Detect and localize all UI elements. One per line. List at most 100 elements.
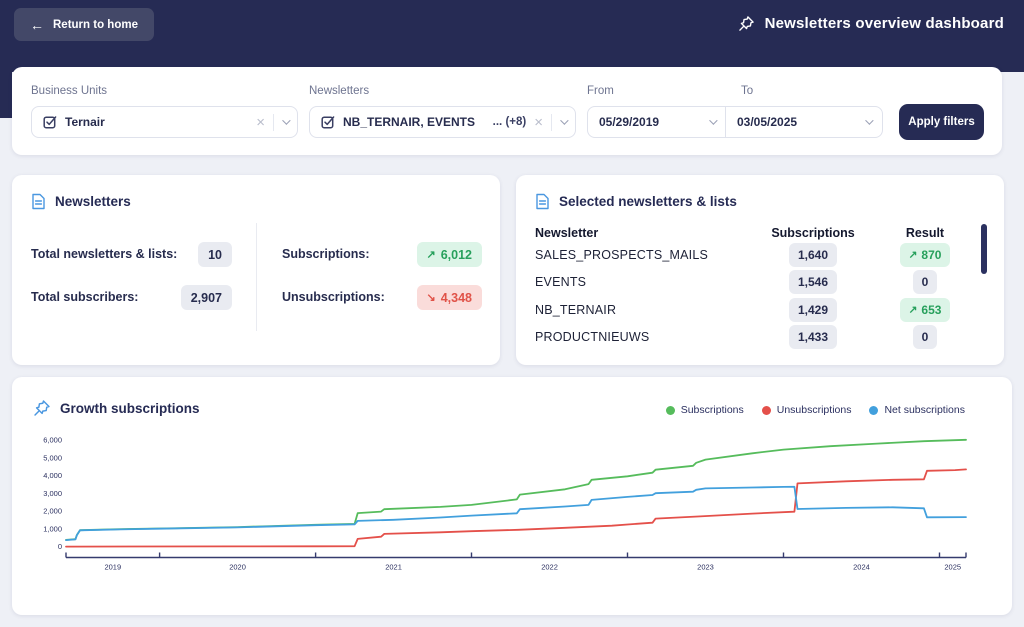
apply-filters-button[interactable]: Apply filters bbox=[899, 104, 984, 140]
y-axis-tick: 3,000 bbox=[43, 489, 62, 498]
table-row: EVENTS 1,546 0 bbox=[516, 269, 1004, 297]
newsletters-label: Newsletters bbox=[309, 85, 370, 97]
newsletter-name: EVENTS bbox=[535, 275, 587, 290]
selected-card-title: Selected newsletters & lists bbox=[559, 194, 737, 209]
stat-badge: ↗ 6,012 bbox=[416, 242, 482, 267]
to-date-value: 03/05/2025 bbox=[737, 115, 798, 129]
from-date-value: 05/29/2019 bbox=[599, 115, 660, 129]
newsletters-card-title: Newsletters bbox=[55, 194, 131, 209]
result-badge: 0 bbox=[912, 270, 938, 295]
x-axis-tick: 2024 bbox=[853, 563, 870, 572]
x-axis-tick: 2019 bbox=[104, 563, 121, 572]
column-header-newsletter: Newsletter bbox=[535, 226, 599, 240]
newsletters-more-count: ... (+8) bbox=[492, 116, 527, 128]
series-line-subscriptions bbox=[65, 438, 967, 541]
checkbox-icon bbox=[43, 116, 57, 129]
table-row: SALES_PROSPECTS_MAILS 1,640 ↗ 870 bbox=[516, 241, 1004, 269]
return-home-label: Return to home bbox=[53, 18, 138, 31]
trend-up-icon: ↗ bbox=[426, 249, 436, 261]
trend-down-icon: ↘ bbox=[426, 292, 436, 304]
result-value: 0 bbox=[921, 275, 929, 290]
page-title-text: Newsletters overview dashboard bbox=[764, 15, 1004, 32]
table-row: NB_TERNAIR 1,429 ↗ 653 bbox=[516, 296, 1004, 324]
stat-value: 4,348 bbox=[440, 290, 472, 305]
business-units-select[interactable]: Ternair × bbox=[31, 106, 298, 138]
chevron-down-icon bbox=[709, 116, 718, 125]
business-units-value: Ternair bbox=[65, 115, 105, 129]
newsletters-value: NB_TERNAIR, EVENTS bbox=[343, 115, 476, 129]
x-axis-tick: 2023 bbox=[697, 563, 714, 572]
dashboard-page: { "topbar": { "back_label": "Return to h… bbox=[0, 0, 1024, 627]
stat-label: Total subscribers: bbox=[31, 290, 139, 304]
newsletters-select[interactable]: NB_TERNAIR, EVENTS ... (+8) × bbox=[309, 106, 576, 138]
y-axis-tick: 5,000 bbox=[43, 453, 62, 462]
stat-label: Unsubscriptions: bbox=[282, 290, 385, 304]
column-header-result: Result bbox=[905, 226, 945, 240]
divider bbox=[551, 113, 552, 131]
subscriptions-badge: 1,640 bbox=[788, 242, 838, 267]
checkbox-icon bbox=[321, 116, 335, 129]
column-divider bbox=[256, 223, 257, 331]
y-axis-tick: 2,000 bbox=[43, 507, 62, 516]
x-axis-tick: 2022 bbox=[541, 563, 558, 572]
newsletters-summary-card: Newsletters Total newsletters & lists: 1… bbox=[12, 175, 500, 365]
stat-badge: 10 bbox=[198, 242, 232, 267]
growth-chart-card: Growth subscriptions Subscriptions Unsub… bbox=[12, 377, 1012, 615]
stat-label: Subscriptions: bbox=[282, 247, 370, 261]
newsletter-name: SALES_PROSPECTS_MAILS bbox=[535, 247, 709, 262]
business-units-label: Business Units bbox=[31, 85, 108, 97]
newsletters-card-header: Newsletters bbox=[31, 193, 131, 210]
result-value: 0 bbox=[921, 330, 929, 345]
subscriptions-badge: 1,546 bbox=[788, 270, 838, 295]
x-axis-tick: 2021 bbox=[385, 563, 402, 572]
newsletter-name: PRODUCTNIEUWS bbox=[535, 330, 650, 345]
to-label: To bbox=[741, 85, 754, 97]
growth-chart-plot: 0 1,000 2,000 3,000 4,000 5,000 6,000 2019 2020 2… bbox=[43, 436, 967, 572]
y-axis-tick: 4,000 bbox=[43, 471, 62, 480]
trend-arrow-icon: ↗ bbox=[908, 248, 918, 261]
y-axis-tick: 0 bbox=[58, 542, 62, 551]
stat-badge: ↘ 4,348 bbox=[416, 285, 482, 310]
x-axis bbox=[65, 552, 967, 559]
return-home-button[interactable]: ← Return to home bbox=[14, 8, 154, 41]
pin-icon bbox=[738, 16, 754, 31]
selected-card-header: Selected newsletters & lists bbox=[535, 193, 737, 210]
subscriptions-badge: 1,429 bbox=[788, 297, 838, 322]
subscriptions-value: 1,433 bbox=[797, 330, 829, 345]
subscriptions-badge: 1,433 bbox=[788, 325, 838, 350]
stat-value: 2,907 bbox=[190, 290, 222, 305]
from-label: From bbox=[587, 85, 614, 97]
chevron-down-icon[interactable] bbox=[560, 116, 569, 125]
newsletter-name: NB_TERNAIR bbox=[535, 302, 617, 317]
subscriptions-value: 1,546 bbox=[797, 275, 829, 290]
stat-label: Total newsletters & lists: bbox=[31, 247, 178, 261]
table-viewport: SALES_PROSPECTS_MAILS 1,640 ↗ 870 EVENTS … bbox=[516, 241, 1004, 352]
chevron-down-icon[interactable] bbox=[282, 116, 291, 125]
page-title: Newsletters overview dashboard bbox=[738, 0, 1004, 47]
chevron-down-icon bbox=[865, 116, 874, 125]
to-date-select[interactable]: 03/05/2025 bbox=[725, 106, 883, 138]
document-icon bbox=[32, 193, 45, 210]
column-header-subscriptions: Subscriptions bbox=[771, 226, 855, 240]
stat-badge: 2,907 bbox=[180, 285, 232, 310]
x-axis-tick: 2020 bbox=[229, 563, 246, 572]
scrollbar-thumb[interactable] bbox=[981, 224, 987, 274]
result-badge: ↗ 870 bbox=[899, 242, 951, 267]
document-icon bbox=[536, 193, 549, 210]
filter-bar: Business Units Ternair × Newsletters NB_… bbox=[12, 67, 1002, 155]
stat-value: 6,012 bbox=[440, 247, 472, 262]
result-badge: ↗ 653 bbox=[899, 297, 951, 322]
table-row: PRODUCTNIEUWS 1,433 0 bbox=[516, 324, 1004, 352]
divider bbox=[273, 113, 274, 131]
clear-icon[interactable]: × bbox=[256, 115, 265, 130]
stat-value: 10 bbox=[208, 247, 222, 262]
result-value: 870 bbox=[921, 247, 942, 262]
trend-arrow-icon: ↗ bbox=[908, 303, 918, 316]
subscriptions-value: 1,429 bbox=[797, 302, 829, 317]
from-date-select[interactable]: 05/29/2019 bbox=[587, 106, 727, 138]
clear-icon[interactable]: × bbox=[534, 115, 543, 130]
result-value: 653 bbox=[921, 302, 942, 317]
y-axis-tick: 1,000 bbox=[43, 524, 62, 533]
selected-newsletters-card: Selected newsletters & lists Newsletter … bbox=[516, 175, 1004, 365]
series-line-net-subscriptions bbox=[65, 485, 967, 542]
